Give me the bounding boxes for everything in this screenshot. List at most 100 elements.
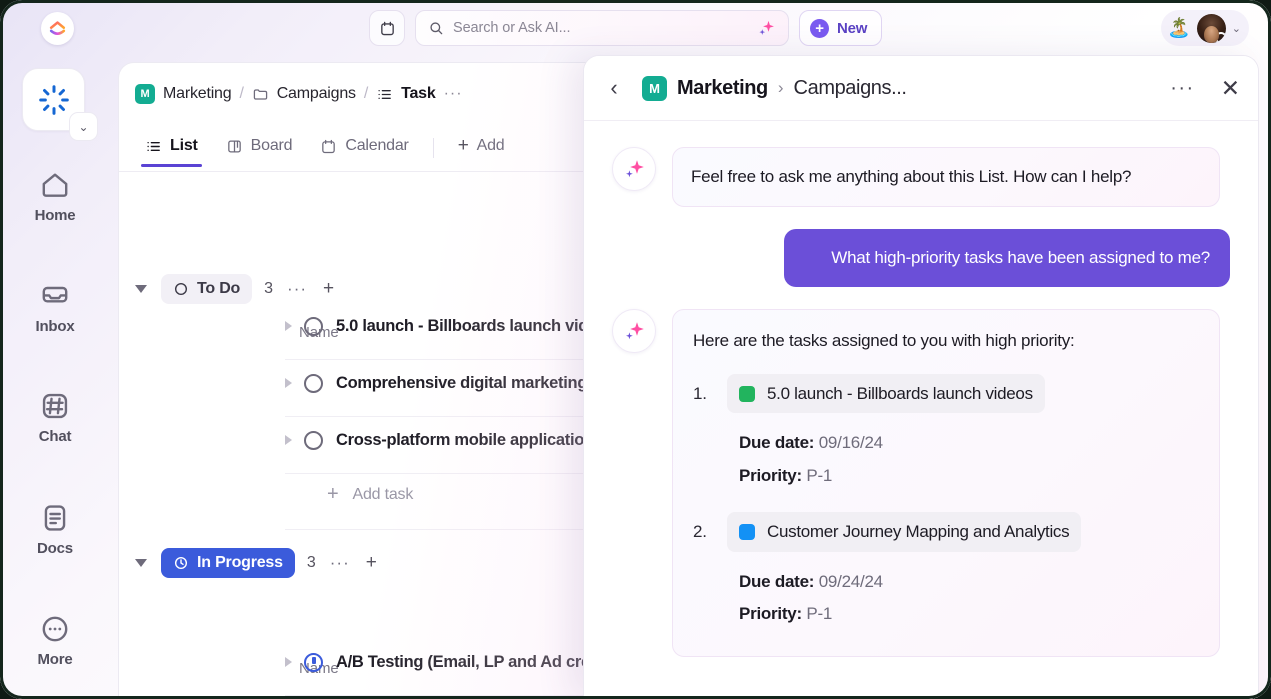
group-header-inprogress[interactable]: In Progress 3 ··· + xyxy=(135,548,377,578)
breadcrumb: M Marketing / Campaigns / Task ··· xyxy=(135,80,463,108)
answer-item-meta: Due date: 09/16/24 Priority: P-1 xyxy=(739,427,1199,492)
task-name[interactable]: Comprehensive digital marketing s xyxy=(336,374,601,393)
new-button[interactable]: + New xyxy=(799,10,883,46)
task-title: Customer Journey Mapping and Analytics xyxy=(767,522,1070,542)
inbox-icon xyxy=(42,286,68,303)
tabs-divider xyxy=(432,138,434,158)
breadcrumb-space[interactable]: Marketing xyxy=(163,85,232,103)
task-status-icon[interactable] xyxy=(304,373,323,393)
clickup-logo-icon[interactable] xyxy=(41,12,74,45)
task-status-icon[interactable] xyxy=(304,652,323,672)
status-label: To Do xyxy=(197,280,241,297)
sidebar-item-label: Chat xyxy=(38,428,72,445)
collapse-caret-icon[interactable] xyxy=(135,285,147,293)
add-task-label: Add task xyxy=(352,485,414,503)
search-input[interactable]: Search or Ask AI... xyxy=(415,10,789,46)
expand-caret-icon[interactable] xyxy=(285,657,292,667)
task-title: 5.0 launch - Billboards launch videos xyxy=(767,383,1033,403)
task-name[interactable]: 5.0 launch - Billboards launch vide xyxy=(336,317,597,336)
priority-value: P-1 xyxy=(806,465,833,485)
task-status-icon[interactable] xyxy=(304,316,323,336)
sidebar: ⌄ Home Inbox Chat Docs More xyxy=(0,56,110,699)
workspace-switcher-caret[interactable]: ⌄ xyxy=(69,112,98,141)
expand-caret-icon[interactable] xyxy=(285,435,292,445)
task-status-icon[interactable] xyxy=(304,430,323,450)
sidebar-item-inbox[interactable]: Inbox xyxy=(0,280,110,335)
due-date-label: Due date: xyxy=(739,433,815,453)
breadcrumb-separator: / xyxy=(239,85,244,102)
chevron-left-icon[interactable]: ‹ xyxy=(602,75,626,101)
ai-panel-space-title[interactable]: Marketing xyxy=(677,77,768,100)
status-label: In Progress xyxy=(197,554,283,571)
top-bar-center: Search or Ask AI... + New xyxy=(369,10,883,46)
add-view-label: Add xyxy=(476,137,505,154)
collapse-caret-icon[interactable] xyxy=(135,559,147,567)
answer-item-gap xyxy=(693,496,1199,512)
breadcrumb-overflow-icon[interactable]: ··· xyxy=(444,85,463,103)
add-task-button[interactable]: + Add task xyxy=(327,483,413,506)
plus-circle-icon: + xyxy=(810,18,829,38)
status-badge[interactable]: To Do xyxy=(161,274,253,304)
tab-calendar[interactable]: Calendar xyxy=(308,125,420,167)
tab-board[interactable]: Board xyxy=(214,125,305,167)
group-menu-icon[interactable]: ··· xyxy=(330,553,350,573)
table-row[interactable]: Comprehensive digital marketing s xyxy=(285,363,601,403)
task-link[interactable]: 5.0 launch - Billboards launch videos xyxy=(727,373,1045,414)
breadcrumb-separator: / xyxy=(363,85,369,102)
sidebar-item-docs[interactable]: Docs xyxy=(0,502,110,557)
table-row[interactable]: A/B Testing (Email, LP and Ad crea xyxy=(285,642,599,682)
home-icon xyxy=(42,173,68,197)
task-name[interactable]: A/B Testing (Email, LP and Ad crea xyxy=(336,653,599,672)
ai-sparkle-icon[interactable] xyxy=(756,18,776,38)
group-add-icon[interactable]: + xyxy=(323,278,334,300)
answer-item-number: 2. xyxy=(693,522,707,542)
status-badge[interactable]: In Progress xyxy=(161,548,295,578)
list-view-icon xyxy=(147,141,160,151)
answer-item-heading: 2. Customer Journey Mapping and Analytic… xyxy=(693,512,1199,552)
expand-caret-icon[interactable] xyxy=(285,321,292,331)
group-menu-icon[interactable]: ··· xyxy=(287,279,307,299)
ai-panel-context[interactable]: Campaigns... xyxy=(794,77,907,100)
task-name[interactable]: Cross-platform mobile application xyxy=(336,431,594,450)
sidebar-item-label: Docs xyxy=(37,540,73,557)
add-view-button[interactable]: + Add xyxy=(446,125,517,167)
space-avatar[interactable]: M xyxy=(135,84,155,104)
task-color-swatch xyxy=(739,523,755,540)
status-emoji[interactable]: 🏝️ xyxy=(1167,19,1191,38)
sidebar-item-chat[interactable]: Chat xyxy=(0,390,110,445)
table-row[interactable]: Cross-platform mobile application xyxy=(285,420,594,460)
answer-item-number: 1. xyxy=(693,383,707,403)
sidebar-item-more[interactable]: More xyxy=(0,613,110,668)
ai-sparkle-icon xyxy=(612,309,656,354)
chevron-right-icon: › xyxy=(777,78,784,97)
table-row[interactable]: 5.0 launch - Billboards launch vide xyxy=(285,306,597,346)
answer-item: 1. 5.0 launch - Billboards launch videos… xyxy=(693,373,1199,492)
group-add-icon[interactable]: + xyxy=(366,552,377,574)
chat-hash-icon xyxy=(42,393,68,419)
breadcrumb-list[interactable]: Task xyxy=(401,85,436,103)
expand-caret-icon[interactable] xyxy=(285,378,292,388)
sidebar-item-home[interactable]: Home xyxy=(0,169,110,224)
tab-label: Board xyxy=(250,137,293,154)
avatar[interactable] xyxy=(1196,13,1226,43)
search-placeholder: Search or Ask AI... xyxy=(453,20,571,36)
sidebar-item-label: More xyxy=(37,651,73,668)
user-menu[interactable]: 🏝️ ⌄ xyxy=(1161,10,1249,46)
close-icon[interactable]: ✕ xyxy=(1221,75,1240,102)
calendar-icon[interactable] xyxy=(369,10,405,46)
group-count: 3 xyxy=(306,554,316,571)
user-message-text: What high-priority tasks have been assig… xyxy=(784,228,1230,288)
space-avatar[interactable]: M xyxy=(642,75,667,101)
breadcrumb-folder[interactable]: Campaigns xyxy=(277,85,356,103)
tab-list[interactable]: List xyxy=(133,125,210,167)
more-ellipsis-icon xyxy=(42,616,68,642)
chevron-down-icon[interactable]: ⌄ xyxy=(1232,22,1241,35)
task-link[interactable]: Customer Journey Mapping and Analytics xyxy=(727,512,1082,552)
ai-conversation[interactable]: Feel free to ask me anything about this … xyxy=(584,121,1258,699)
ai-sparkle-icon xyxy=(612,147,656,191)
group-header-todo[interactable]: To Do 3 ··· + xyxy=(135,274,334,304)
plus-icon: + xyxy=(327,483,339,505)
message-assistant-greeting: Feel free to ask me anything about this … xyxy=(612,147,1230,207)
ai-panel-menu-icon[interactable]: ··· xyxy=(1170,77,1194,100)
view-tabs: List Board Calendar + Add xyxy=(133,125,516,171)
